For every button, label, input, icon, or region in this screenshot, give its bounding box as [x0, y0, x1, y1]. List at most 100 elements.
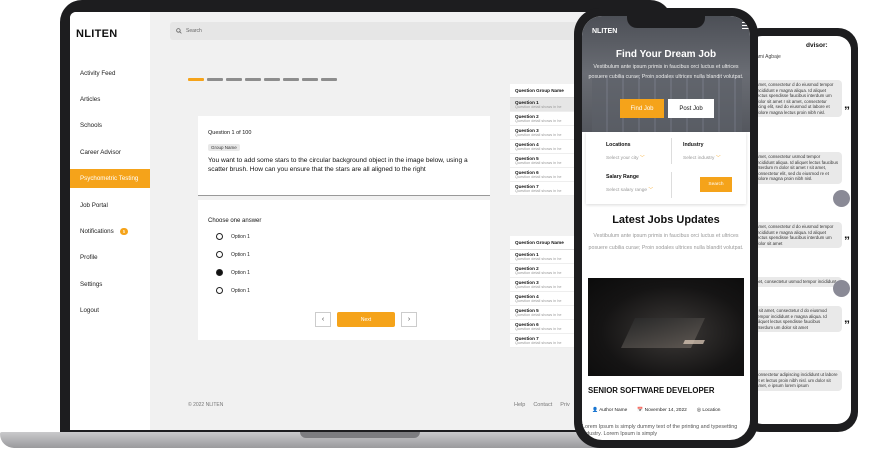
job-description: Lorem Ipsum is simply dummy text of the …: [582, 424, 738, 437]
group-question-item[interactable]: Question 3 Question detail shows in he: [510, 126, 580, 140]
item-detail: Question detail shows in he: [515, 341, 562, 345]
sidebar: NLITEN Activity Feed Articles Schools Ca…: [70, 12, 150, 430]
salary-label: Salary Range: [606, 174, 639, 180]
question-card: Question 1 of 100 Group Name You want to…: [198, 116, 490, 196]
group-question-item[interactable]: Question 6 Question detail shows in he: [510, 320, 580, 334]
chat-bubble: amet, consectetur d do eiusmod tempor in…: [752, 222, 842, 248]
item-detail: Question detail shows in he: [515, 105, 562, 109]
author-name: Author Name: [599, 408, 628, 413]
progress-segment: [207, 78, 223, 81]
progress-segment: [321, 78, 337, 81]
industry-label: Industry: [683, 142, 704, 148]
progress-segment: [226, 78, 242, 81]
question-counter: Question 1 of 100: [208, 130, 252, 136]
item-detail: Question detail shows in he: [515, 189, 562, 193]
answer-option[interactable]: Option 1: [216, 233, 250, 240]
radio-button-selected[interactable]: [216, 269, 223, 276]
next-arrow-button[interactable]: ›: [401, 312, 417, 327]
group-question-item[interactable]: Question 7 Question detail shows in he: [510, 182, 580, 196]
latest-jobs-title: Latest Jobs Updates: [612, 214, 720, 226]
radio-button[interactable]: [216, 287, 223, 294]
answer-option[interactable]: Option 1: [216, 251, 250, 258]
user-icon: 👤: [592, 408, 598, 413]
author-meta: 👤 Author Name: [592, 408, 627, 413]
salary-select[interactable]: Select salary range ﹀: [606, 186, 653, 193]
group-question-item[interactable]: Question 2 Question detail shows in he: [510, 112, 580, 126]
notification-badge: 5: [119, 228, 129, 235]
radio-button[interactable]: [216, 251, 223, 258]
answer-prompt: Choose one answer: [208, 218, 262, 224]
sidebar-item-notifications[interactable]: Notifications 5: [70, 222, 150, 241]
sidebar-item-career-advisor[interactable]: Career Advisor: [70, 143, 150, 162]
group-question-item[interactable]: Question 4 Question detail shows in he: [510, 140, 580, 154]
sidebar-item-logout[interactable]: Logout: [70, 301, 150, 320]
item-detail: Question detail shows in he: [515, 133, 562, 137]
next-button[interactable]: Next: [337, 312, 395, 327]
chat-bubble: r sit amet, consectetur d do eiusmod tem…: [752, 306, 842, 332]
locations-label: Locations: [606, 142, 631, 148]
sidebar-item-articles[interactable]: Articles: [70, 90, 150, 109]
progress-segment: [264, 78, 280, 81]
location-pin-icon: ◎: [696, 408, 701, 413]
sidebar-item-settings[interactable]: Settings: [70, 275, 150, 294]
item-detail: Question detail shows in he: [515, 327, 562, 331]
calendar-icon: 📅: [637, 408, 644, 413]
select-value: Select salary range: [606, 188, 648, 193]
industry-select[interactable]: Select industry ﹀: [683, 154, 721, 161]
sidebar-item-job-portal[interactable]: Job Portal: [70, 196, 150, 215]
progress-segment: [245, 78, 261, 81]
prev-button[interactable]: ‹: [315, 312, 331, 327]
group-question-item[interactable]: Question 5 Question detail shows in he: [510, 306, 580, 320]
progress-segment: [302, 78, 318, 81]
group-question-item[interactable]: Question 1 Question detail shows in he: [510, 250, 580, 264]
group-question-item[interactable]: Question 3 Question detail shows in he: [510, 278, 580, 292]
post-job-button[interactable]: Post Job: [668, 99, 714, 118]
sidebar-item-activity-feed[interactable]: Activity Feed: [70, 64, 150, 83]
group-question-item[interactable]: Question 6 Question detail shows in he: [510, 168, 580, 182]
job-title[interactable]: SENIOR SOFTWARE DEVELOPER: [588, 386, 715, 395]
group-question-item[interactable]: Question 1 Question detail shows in he: [510, 98, 580, 112]
item-detail: Question detail shows in he: [515, 161, 562, 165]
item-detail: Question detail shows in he: [515, 313, 562, 317]
nav-label: Schools: [80, 122, 103, 129]
group-tag: Group Name: [208, 144, 240, 151]
footer-link-privacy[interactable]: Priv: [560, 402, 569, 408]
job-search-card: Locations Select your city ﹀ Industry Se…: [586, 132, 746, 204]
footer-copyright: © 2022 NLITEN: [188, 402, 224, 408]
footer-link-contact[interactable]: Contact: [533, 402, 552, 408]
nav-label: Psychometric Testing: [80, 175, 139, 182]
menu-icon[interactable]: [742, 22, 750, 29]
avatar: [833, 190, 850, 207]
nav-label: Job Portal: [80, 202, 108, 209]
radio-button[interactable]: [216, 233, 223, 240]
answer-option[interactable]: Option 1: [216, 269, 250, 276]
nav-label: Logout: [80, 307, 99, 314]
location-meta: ◎ Location: [697, 408, 721, 413]
chevron-down-icon: ﹀: [715, 156, 721, 161]
advisor-name: ami Agbaje: [756, 54, 781, 60]
sidebar-item-psychometric-testing[interactable]: Psychometric Testing: [70, 169, 150, 188]
option-label: Option 1: [231, 233, 250, 240]
phone-front-screen: NLITEN Find Your Dream Job Vestibulum an…: [582, 16, 750, 440]
answer-option[interactable]: Option 1: [216, 287, 250, 294]
option-label: Option 1: [231, 269, 250, 276]
hero-banner: NLITEN Find Your Dream Job Vestibulum an…: [582, 16, 750, 132]
group-question-item[interactable]: Question 4 Question detail shows in he: [510, 292, 580, 306]
find-job-button[interactable]: Find Job: [620, 99, 664, 118]
group-question-item[interactable]: Question 5 Question detail shows in he: [510, 154, 580, 168]
hero-text: Vestibulum ante ipsum primis in faucibus…: [588, 64, 744, 80]
footer-link-help[interactable]: Help: [514, 402, 525, 408]
sidebar-item-schools[interactable]: Schools: [70, 116, 150, 135]
search-button[interactable]: Search: [700, 177, 732, 192]
divider: [671, 138, 672, 164]
search-placeholder: Search: [186, 28, 202, 34]
group-heading: Question Group Name: [510, 84, 580, 98]
sidebar-item-profile[interactable]: Profile: [70, 248, 150, 267]
group-question-item[interactable]: Question 2 Question detail shows in he: [510, 264, 580, 278]
nav-label: Activity Feed: [80, 70, 116, 77]
locations-select[interactable]: Select your city ﹀: [606, 154, 645, 161]
group-question-item[interactable]: Question 7 Question detail shows in he: [510, 334, 580, 348]
post-date: November 14, 2022: [644, 408, 687, 413]
quote-icon: ”: [844, 234, 850, 248]
quote-icon: ”: [844, 104, 850, 118]
